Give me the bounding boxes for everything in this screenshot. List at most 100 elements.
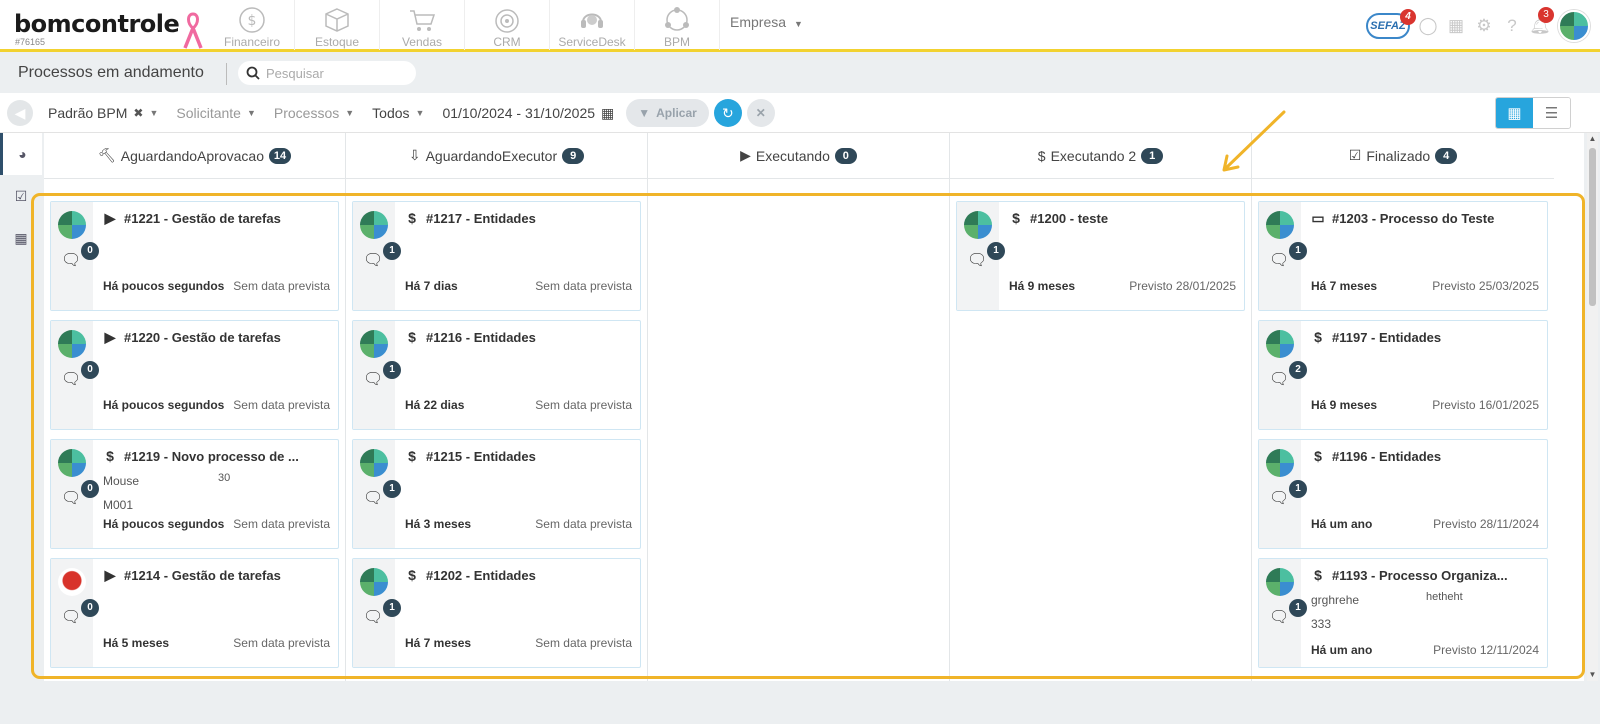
gavel-icon: 🔨︎: [97, 147, 116, 163]
refresh-button[interactable]: ↻: [713, 99, 742, 127]
card-title: #1217 - Entidades: [426, 210, 536, 226]
comment-icon[interactable]: 🗨︎: [61, 250, 81, 269]
process-card[interactable]: 🗨︎ 1 $ #1216 - Entidades Há 22 dias Sem dat…: [352, 320, 641, 430]
column-header[interactable]: 🔨︎ AguardandoAprovacao 14: [44, 133, 345, 179]
process-card[interactable]: 🗨︎ 1 $ #1196 - Entidades Há um ano Previsto…: [1258, 439, 1548, 549]
dollar-icon: $: [408, 210, 416, 226]
comment-icon[interactable]: 🗨︎: [1269, 488, 1289, 507]
column-subheader: [44, 179, 345, 195]
avatar: [1266, 568, 1294, 596]
column-aguardando-aprovacao: 🔨︎ AguardandoAprovacao 14 🗨︎ 0 ▶ #1221 - G…: [44, 133, 346, 681]
scrollbar-thumb[interactable]: [1589, 148, 1596, 306]
card-age: Há 7 dias: [405, 279, 458, 293]
comment-icon[interactable]: 🗨︎: [363, 488, 383, 507]
dollar-icon: $: [1037, 147, 1046, 164]
filter-processes[interactable]: Processos ▼: [274, 105, 354, 121]
comment-icon[interactable]: 🗨︎: [1269, 250, 1289, 269]
clear-filter-icon[interactable]: ✖: [133, 106, 143, 120]
process-card[interactable]: 🗨︎ 1 $ #1215 - Entidades Há 3 meses Sem dat…: [352, 439, 641, 549]
comment-icon[interactable]: 🗨︎: [1269, 607, 1289, 626]
search-icon: [246, 66, 260, 80]
process-card[interactable]: 🗨︎ 0 ▶ #1221 - Gestão de tarefas Há poucos…: [50, 201, 339, 311]
module-estoque[interactable]: Estoque: [295, 0, 380, 50]
battery-icon: ▭: [1311, 210, 1325, 226]
dashboard-tab[interactable]: ◕: [0, 133, 42, 175]
comment-icon[interactable]: 🗨︎: [1269, 369, 1289, 388]
column-header[interactable]: $ Executando 2 1: [950, 133, 1251, 179]
card-due: Previsto 28/01/2025: [1129, 279, 1236, 293]
comment-icon[interactable]: 🗨︎: [61, 369, 81, 388]
user-avatar[interactable]: [1558, 10, 1590, 42]
module-bpm[interactable]: BPM: [635, 0, 720, 50]
column-header[interactable]: ⇩ AguardandoExecutor 9: [346, 133, 647, 179]
process-card[interactable]: 🗨︎ 1 $ #1202 - Entidades Há 7 meses Sem dat…: [352, 558, 641, 668]
module-servicedesk[interactable]: ServiceDesk: [550, 0, 635, 50]
card-age: Há 3 meses: [405, 517, 472, 531]
date-range-picker[interactable]: 01/10/2024 - 31/10/2025 ▦: [442, 105, 614, 122]
search-input[interactable]: [266, 65, 406, 81]
whatsapp-icon[interactable]: ◯: [1418, 16, 1438, 36]
view-toggle: ▦ ☰: [1495, 97, 1571, 129]
account-id: #76165: [15, 37, 46, 47]
page-header: Processos em andamento: [0, 55, 1600, 93]
calendar-tab[interactable]: ▦: [0, 217, 42, 259]
filter-view[interactable]: Padrão BPM ✖ ▼: [48, 105, 158, 121]
process-card[interactable]: 🗨︎ 1 ▭ #1203 - Processo do Teste Há 7 mese…: [1258, 201, 1548, 311]
card-field: grghrehe: [1311, 593, 1360, 607]
avatar: [1266, 449, 1294, 477]
app-logo[interactable]: bomcontrole: [14, 10, 180, 38]
card-due: Sem data prevista: [233, 279, 330, 293]
tasks-tab[interactable]: ☑: [0, 175, 42, 217]
comment-icon[interactable]: 🗨︎: [363, 369, 383, 388]
kanban-view-button[interactable]: ▦: [1496, 98, 1533, 128]
sefaz-button[interactable]: SEFAZ 4: [1366, 9, 1416, 39]
clear-button[interactable]: ✕: [746, 99, 775, 127]
column-header[interactable]: ▶ Executando 0: [648, 133, 949, 179]
comment-icon[interactable]: 🗨︎: [967, 250, 987, 269]
calendar-icon[interactable]: ▦: [1446, 16, 1466, 36]
comment-icon[interactable]: 🗨︎: [61, 607, 81, 626]
module-crm[interactable]: CRM: [465, 0, 550, 50]
back-circle-icon[interactable]: ◀: [7, 100, 33, 126]
apply-button[interactable]: ▼ Aplicar: [626, 99, 709, 127]
process-card[interactable]: 🗨︎ 0 ▶ #1214 - Gestão de tarefas Há 5 mese…: [50, 558, 339, 668]
dollar-icon: $: [408, 329, 416, 345]
column-header[interactable]: ☑ Finalizado 4: [1252, 133, 1554, 179]
gear-icon[interactable]: ⚙: [1474, 16, 1494, 36]
card-age: Há um ano: [1311, 517, 1373, 531]
scroll-down-icon[interactable]: ▼: [1588, 670, 1597, 679]
column-count: 9: [562, 147, 585, 164]
process-card[interactable]: 🗨︎ 1 $ #1217 - Entidades Há 7 dias Sem data…: [352, 201, 641, 311]
card-due: Sem data prevista: [535, 517, 632, 531]
avatar: [360, 449, 388, 477]
process-card[interactable]: 🗨︎ 1 $ #1200 - teste Há 9 meses Previsto 28…: [956, 201, 1245, 311]
list-view-button[interactable]: ☰: [1533, 98, 1570, 128]
card-title: #1221 - Gestão de tarefas: [124, 211, 281, 226]
filter-requester[interactable]: Solicitante ▼: [176, 105, 256, 121]
scroll-up-icon[interactable]: ▲: [1588, 134, 1597, 143]
help-icon[interactable]: ?: [1502, 16, 1522, 36]
process-card[interactable]: 🗨︎ 1 $ #1193 - Processo Organiza... grghre…: [1258, 558, 1548, 668]
comment-icon[interactable]: 🗨︎: [363, 607, 383, 626]
card-due: Sem data prevista: [233, 636, 330, 650]
module-vendas[interactable]: Vendas: [380, 0, 465, 50]
card-title: #1203 - Processo do Teste: [1332, 211, 1495, 226]
card-age: Há poucos segundos: [103, 398, 225, 412]
module-financeiro[interactable]: $ Financeiro: [210, 0, 295, 50]
card-due: Sem data prevista: [535, 636, 632, 650]
column-finalizado: ☑ Finalizado 4 🗨︎ 1 ▭ #1203 - Processo do …: [1252, 133, 1554, 681]
comment-icon[interactable]: 🗨︎: [363, 250, 383, 269]
search-box[interactable]: [238, 61, 416, 85]
top-navbar: bomcontrole #76165 $ Financeiro Estoque …: [0, 0, 1600, 52]
company-selector[interactable]: Empresa ▼: [730, 14, 803, 30]
process-card[interactable]: 🗨︎ 0 ▶ #1220 - Gestão de tarefas Há poucos…: [50, 320, 339, 430]
card-title: #1200 - teste: [1030, 210, 1109, 226]
filter-status[interactable]: Todos ▼: [372, 105, 424, 121]
process-card[interactable]: 🗨︎ 2 $ #1197 - Entidades Há 9 meses Previst…: [1258, 320, 1548, 430]
caret-down-icon[interactable]: ▼: [149, 108, 158, 118]
process-card[interactable]: 🗨︎ 0 $ #1219 - Novo processo de ... Mouse …: [50, 439, 339, 549]
comment-icon[interactable]: 🗨︎: [61, 488, 81, 507]
card-age: Há 7 meses: [405, 636, 472, 650]
bell-icon[interactable]: 🔔︎ 3: [1529, 7, 1554, 36]
calendar-icon: ▦: [601, 104, 615, 121]
